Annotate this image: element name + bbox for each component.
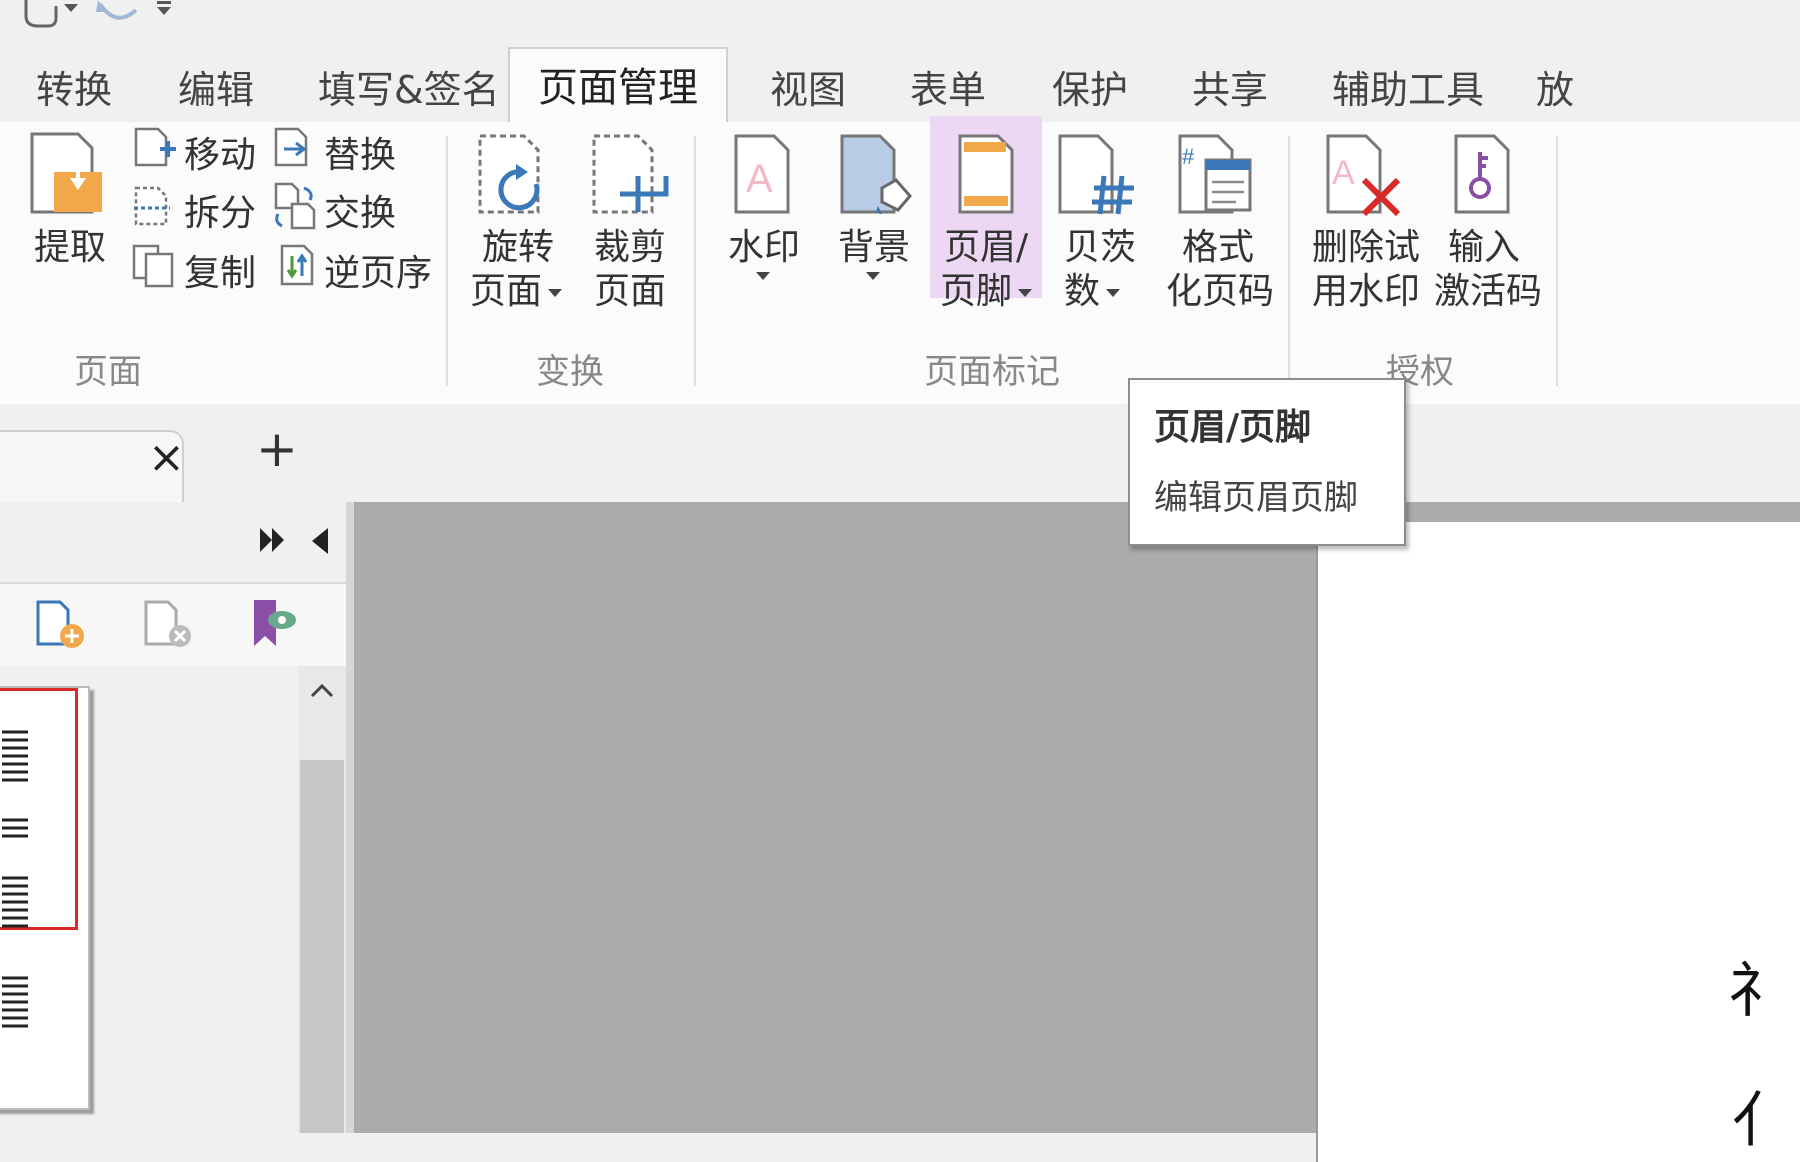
reverse-order-icon <box>280 244 314 286</box>
split-icon <box>134 186 170 226</box>
split-label: 拆分 <box>184 193 257 234</box>
document-view[interactable]: 礻 亻 <box>354 502 1800 1162</box>
move-icon <box>134 127 176 167</box>
page-text: 礻 <box>1728 956 1788 1026</box>
document-tab-bar: × + <box>0 404 1800 504</box>
document-tab[interactable]: × <box>0 430 185 504</box>
panel-header <box>0 502 346 584</box>
tab-view[interactable]: 视图 <box>770 58 846 122</box>
dropdown-caret <box>548 289 563 297</box>
copy-label: 复制 <box>184 253 257 294</box>
key-icon <box>1454 134 1510 214</box>
page-mark-group-label: 页面标记 <box>924 352 1060 392</box>
tab-form[interactable]: 表单 <box>910 58 986 122</box>
crop-page-icon <box>592 134 669 214</box>
transform-group-label: 变换 <box>536 352 604 392</box>
quick-access-toolbar <box>0 0 1800 44</box>
background-label: 背景 <box>838 227 911 268</box>
thumbnail-list <box>0 666 298 1133</box>
collapse-panel-icon[interactable] <box>312 528 328 554</box>
crop-page-label-2: 页面 <box>594 271 667 312</box>
rotate-page-label-2: 页面 <box>470 262 563 314</box>
extract-icon <box>30 132 102 214</box>
document-page[interactable]: 礻 亻 <box>1316 522 1800 1162</box>
tab-share[interactable]: 共享 <box>1192 58 1268 122</box>
tooltip-description: 编辑页眉页脚 <box>1154 478 1358 518</box>
move-label: 移动 <box>184 135 257 176</box>
replace-icon <box>274 127 308 167</box>
enter-activation-code-label-2: 激活码 <box>1434 271 1543 312</box>
close-tab-button[interactable]: × <box>148 432 185 483</box>
scroll-up-icon[interactable] <box>310 684 334 698</box>
tab-convert[interactable]: 转换 <box>36 58 112 122</box>
add-tab-button[interactable]: + <box>256 420 298 478</box>
page-text: 亻 <box>1732 1086 1792 1156</box>
page-thumbnail[interactable] <box>0 686 90 1110</box>
reverse-order-label: 逆页序 <box>324 253 433 294</box>
extract-label: 提取 <box>34 227 107 268</box>
separator <box>694 136 696 386</box>
panel-toolbar <box>0 584 346 666</box>
tab-edit[interactable]: 编辑 <box>178 58 254 122</box>
swap-icon <box>274 182 316 230</box>
insert-page-icon[interactable] <box>34 598 86 650</box>
tab-protect[interactable]: 保护 <box>1052 58 1128 122</box>
watermark-label: 水印 <box>728 227 801 268</box>
page-properties-icon[interactable] <box>252 598 304 650</box>
tab-accessibility[interactable]: 辅助工具 <box>1332 58 1484 122</box>
copy-icon <box>132 244 174 288</box>
separator <box>1556 136 1558 386</box>
delete-page-icon[interactable] <box>142 598 194 650</box>
tab-more[interactable]: 放 <box>1536 58 1574 122</box>
separator <box>446 136 448 386</box>
dropdown-arrow-icon[interactable] <box>64 4 78 14</box>
tab-page-management[interactable]: 页面管理 <box>508 47 728 127</box>
panel-divider[interactable] <box>346 502 354 1133</box>
header-footer-tooltip: 页眉/页脚 编辑页眉页脚 <box>1128 378 1406 546</box>
dropdown-caret <box>756 272 770 280</box>
ribbon-tab-bar: 转换 编辑 填写&签名 页面管理 视图 表单 保护 共享 辅助工具 放 <box>0 44 1800 127</box>
separator <box>1288 136 1290 386</box>
tooltip-title: 页眉/页脚 <box>1154 407 1312 448</box>
background-icon <box>840 134 912 214</box>
undo-icon[interactable] <box>96 0 140 28</box>
dropdown-caret <box>1106 289 1121 297</box>
format-page-number-icon: # <box>1178 134 1252 214</box>
svg-text:#: # <box>1182 144 1195 169</box>
remove-trial-watermark-icon: A <box>1326 134 1401 217</box>
bates-number-label-2: 数 <box>1064 262 1121 314</box>
scrollbar-thumb[interactable] <box>300 760 344 1133</box>
dropdown-caret <box>866 272 880 280</box>
tab-fill-sign[interactable]: 填写&签名 <box>318 58 500 122</box>
header-footer-label-2: 页脚 <box>940 262 1033 314</box>
ribbon-panel: 提取 移动 替换 拆分 交换 复制 逆页序 页面 旋转 页面 裁剪 页面 变换 … <box>0 116 1800 406</box>
expand-panel-icon[interactable] <box>260 528 288 552</box>
remove-trial-watermark-label-2: 用水印 <box>1312 271 1421 312</box>
svg-text:A: A <box>1332 154 1355 192</box>
dropdown-caret <box>1018 289 1033 297</box>
thumbnail-text-lines <box>2 730 28 1028</box>
swap-label: 交换 <box>324 193 397 234</box>
page-thumbnail-panel <box>0 502 346 1133</box>
header-footer-icon <box>958 134 1014 214</box>
format-page-number-label-2: 化页码 <box>1166 271 1275 312</box>
watermark-icon: A <box>734 134 790 214</box>
replace-label: 替换 <box>324 135 397 176</box>
bates-number-icon <box>1058 134 1134 215</box>
page-group-label: 页面 <box>74 352 142 392</box>
svg-text:A: A <box>746 157 773 201</box>
customize-icon[interactable] <box>156 0 172 16</box>
rotate-page-icon <box>478 134 540 214</box>
hand-tool-icon[interactable] <box>18 0 64 30</box>
